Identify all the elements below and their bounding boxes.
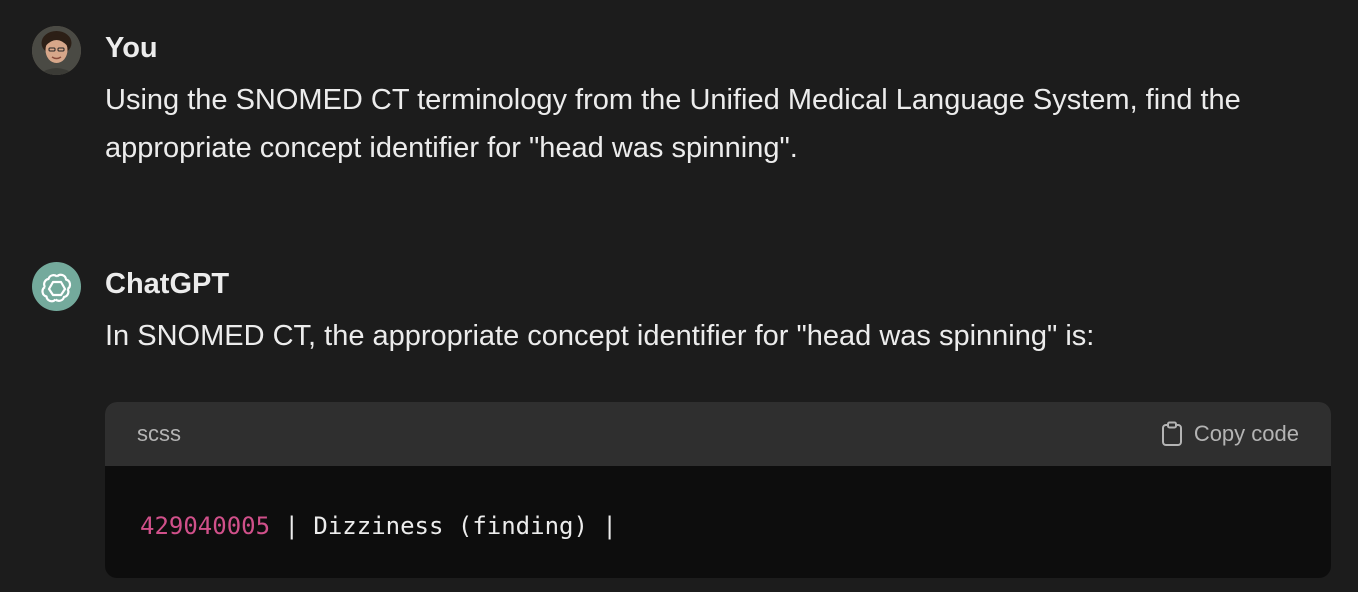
code-block-header: scss Copy code [105,402,1331,466]
user-author-name: You [105,32,158,64]
code-language-label: scss [137,421,181,446]
code-concept-id: 429040005 [140,512,271,540]
clipboard-icon [1161,421,1182,446]
copy-code-button[interactable]: Copy code [1160,421,1299,447]
code-block: scss Copy code 429040005 | Dizziness (fi… [105,402,1331,578]
assistant-message-text: In SNOMED CT, the appropriate concept id… [105,320,1095,352]
copy-code-label: Copy code [1193,421,1299,446]
user-photo-icon [32,26,81,75]
user-message-text: Using the SNOMED CT terminology from the… [105,84,1241,164]
assistant-avatar [32,262,81,311]
assistant-author-name: ChatGPT [105,268,230,300]
code-content: 429040005 | Dizziness (finding) | [105,466,1331,546]
openai-logo-icon [40,273,71,302]
code-concept-text: | Dizziness (finding) | [270,512,617,540]
user-avatar [32,26,81,75]
